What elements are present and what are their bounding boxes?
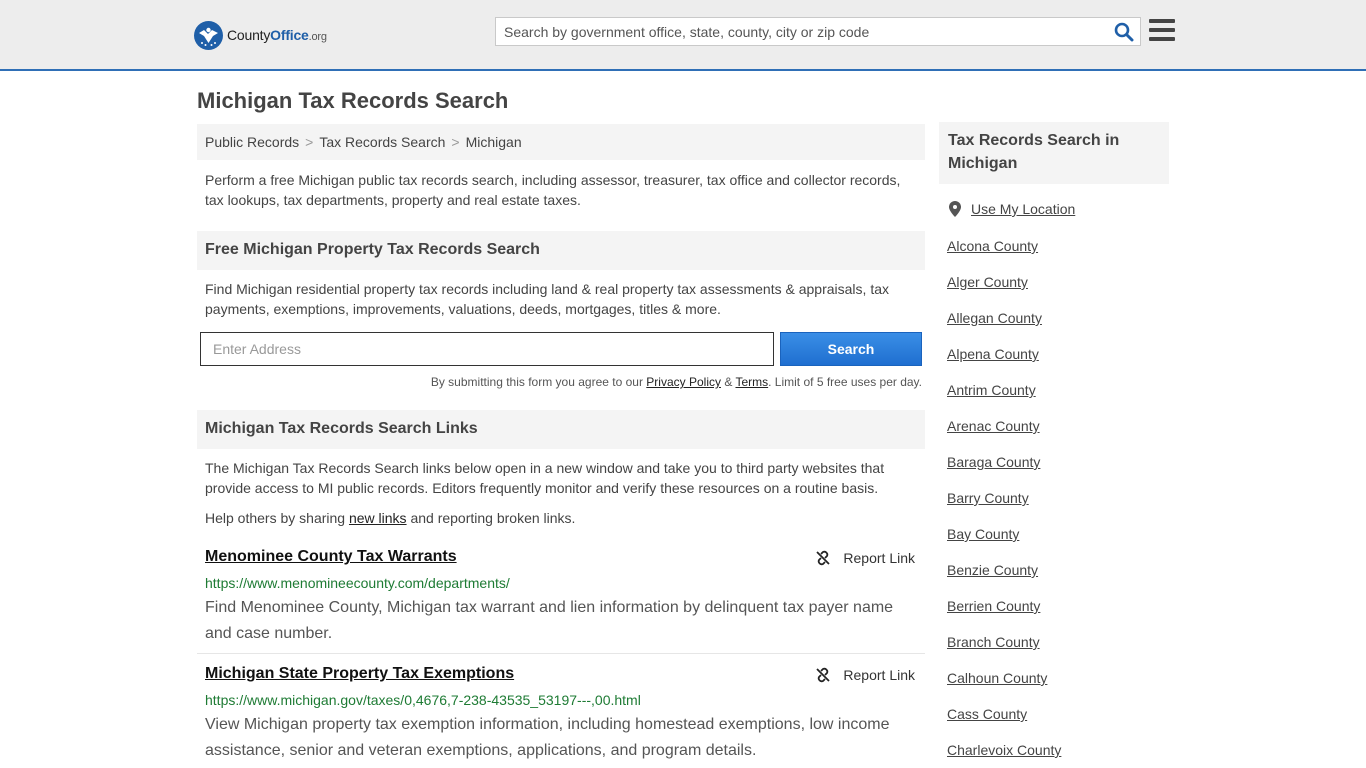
privacy-policy-link[interactable]: Privacy Policy (646, 375, 721, 389)
report-link-button[interactable]: Report Link (815, 550, 915, 566)
county-link[interactable]: Antrim County (947, 382, 1036, 398)
menu-bar (1149, 37, 1175, 41)
county-link[interactable]: Allegan County (947, 310, 1042, 326)
links-section-heading: Michigan Tax Records Search Links (197, 410, 925, 449)
page-title: Michigan Tax Records Search (197, 88, 509, 113)
use-my-location-link[interactable]: Use My Location (971, 201, 1075, 217)
address-input[interactable] (200, 332, 774, 366)
new-links-link[interactable]: new links (349, 510, 407, 526)
resource-link-item: Michigan State Property Tax Exemptions R… (197, 665, 925, 768)
resource-link-title[interactable]: Menominee County Tax Warrants (205, 548, 457, 566)
broken-link-icon (816, 550, 831, 566)
breadcrumb-tax-records-search[interactable]: Tax Records Search (319, 134, 445, 150)
site-logo[interactable]: CountyOffice.org (194, 20, 327, 50)
breadcrumb-separator: > (305, 134, 314, 150)
menu-bar (1149, 19, 1175, 23)
breadcrumb-separator: > (451, 134, 460, 150)
disclaimer-prefix: By submitting this form you agree to our (430, 375, 643, 389)
resource-link-url: https://www.michigan.gov/taxes/0,4676,7-… (205, 692, 641, 708)
county-link[interactable]: Berrien County (947, 598, 1040, 614)
resource-link-description: Find Menominee County, Michigan tax warr… (205, 599, 894, 642)
menu-bar (1149, 28, 1175, 32)
hamburger-menu-icon[interactable] (1149, 19, 1175, 43)
report-link-label: Report Link (843, 550, 915, 566)
broken-link-icon (816, 667, 831, 683)
eagle-logo-icon (194, 20, 223, 50)
report-link-label: Report Link (843, 667, 915, 683)
property-search-heading: Free Michigan Property Tax Records Searc… (197, 231, 925, 270)
county-link[interactable]: Calhoun County (947, 670, 1047, 686)
logo-text: CountyOffice.org (227, 27, 327, 43)
search-icon[interactable] (1114, 22, 1134, 42)
breadcrumb-public-records[interactable]: Public Records (205, 134, 299, 150)
county-link[interactable]: Alger County (947, 274, 1028, 290)
logo-brand-prefix: County (227, 27, 271, 43)
resource-link-item: Menominee County Tax Warrants Report Lin… (197, 548, 925, 654)
property-search-description: Find Michigan residential property tax r… (205, 281, 889, 317)
resource-link-description: View Michigan property tax exemption inf… (205, 716, 890, 759)
county-link[interactable]: Cass County (947, 706, 1027, 722)
links-section-description: The Michigan Tax Records Search links be… (205, 460, 885, 496)
resource-link-url: https://www.menomineecounty.com/departme… (205, 575, 510, 591)
intro-text: Perform a free Michigan public tax recor… (205, 172, 901, 208)
county-link[interactable]: Alcona County (947, 238, 1038, 254)
county-link[interactable]: Barry County (947, 490, 1029, 506)
site-search (495, 17, 1141, 46)
share-links-text: Help others by sharing new links and rep… (205, 508, 917, 528)
breadcrumb: Public Records > Tax Records Search > Michig… (197, 124, 925, 160)
address-search-button[interactable]: Search (780, 332, 922, 366)
county-link[interactable]: Arenac County (947, 418, 1040, 434)
terms-link[interactable]: Terms (735, 375, 768, 389)
county-link[interactable]: Charlevoix County (947, 742, 1061, 758)
county-link[interactable]: Alpena County (947, 346, 1039, 362)
logo-brand-main: Office (270, 27, 309, 43)
map-pin-icon (949, 201, 961, 217)
logo-brand-suffix: .org (308, 31, 327, 43)
county-link[interactable]: Branch County (947, 634, 1040, 650)
report-link-button[interactable]: Report Link (815, 667, 915, 683)
county-link[interactable]: Benzie County (947, 562, 1038, 578)
sidebar-heading: Tax Records Search in Michigan (939, 122, 1169, 184)
disclaimer-suffix: . Limit of 5 free uses per day. (768, 375, 922, 389)
share-suffix: and reporting broken links. (410, 510, 576, 526)
form-disclaimer: By submitting this form you agree to our… (200, 375, 922, 389)
breadcrumb-current: Michigan (465, 134, 522, 150)
site-header: CountyOffice.org (0, 0, 1366, 71)
county-link[interactable]: Baraga County (947, 454, 1040, 470)
use-my-location: Use My Location (949, 201, 1075, 217)
county-link[interactable]: Bay County (947, 526, 1019, 542)
share-prefix: Help others by sharing (205, 510, 346, 526)
site-search-input[interactable] (496, 18, 1106, 45)
disclaimer-amp: & (724, 375, 733, 389)
resource-link-title[interactable]: Michigan State Property Tax Exemptions (205, 665, 514, 683)
